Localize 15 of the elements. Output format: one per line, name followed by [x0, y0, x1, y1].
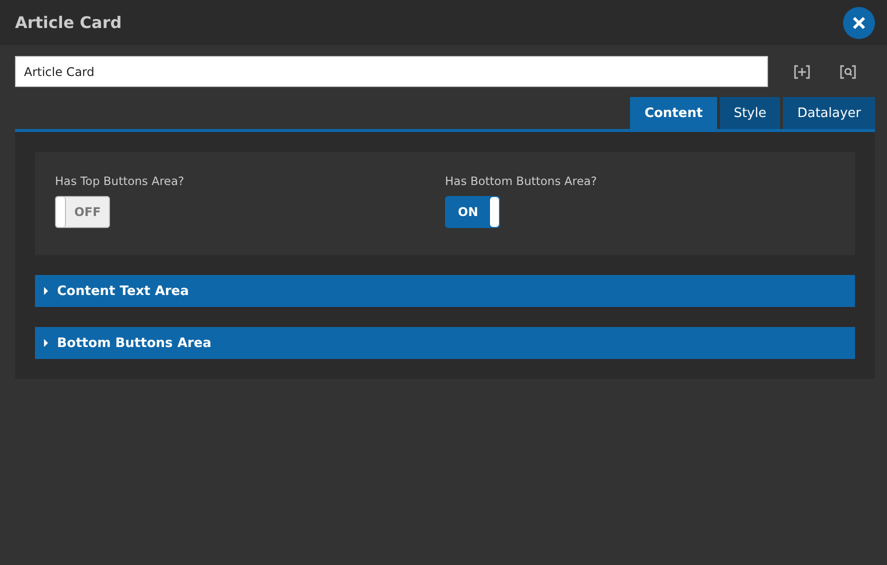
close-button[interactable] [843, 6, 875, 38]
toggle-label: Has Top Buttons Area? [55, 174, 186, 188]
caret-icon [43, 287, 49, 295]
section-header[interactable]: Bottom Buttons Area [35, 327, 855, 359]
window-title: Article Card [15, 13, 122, 32]
tab[interactable]: Content [630, 97, 717, 129]
tab[interactable]: Datalayer [783, 97, 875, 129]
close-icon [852, 16, 866, 30]
toggle-label: Has Bottom Buttons Area? [445, 174, 598, 188]
section-header[interactable]: Content Text Area [35, 275, 855, 307]
toggle-switch[interactable]: ON [445, 196, 500, 228]
toggle-switch[interactable]: OFF [55, 196, 110, 228]
tab[interactable]: Style [720, 97, 780, 129]
name-field[interactable]: Article Card [15, 56, 768, 87]
caret-icon [43, 339, 49, 347]
